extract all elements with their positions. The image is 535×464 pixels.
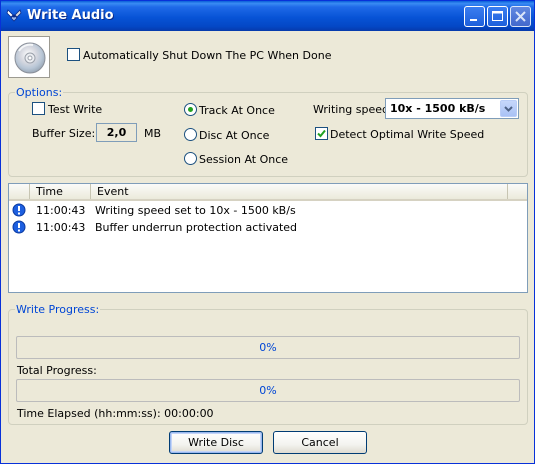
checkmark-icon (317, 129, 326, 138)
track-at-once-label: Track At Once (199, 104, 275, 117)
event-text: Buffer underrun protection activated (95, 221, 298, 234)
session-at-once-radio[interactable] (184, 152, 197, 165)
cancel-button[interactable]: Cancel (273, 431, 367, 454)
test-write-label: Test Write (48, 103, 103, 116)
writing-speed-select[interactable]: 10x - 1500 kB/s (385, 98, 519, 119)
time-column-header[interactable]: Time (30, 184, 91, 199)
spare-column-header (508, 184, 527, 199)
event-text: Writing speed set to 10x - 1500 kB/s (95, 204, 296, 217)
track-at-once-radio[interactable] (184, 103, 197, 116)
detect-speed-checkbox[interactable] (315, 127, 328, 140)
session-at-once-label: Session At Once (199, 153, 289, 166)
close-icon (515, 11, 526, 22)
disc-at-once-label: Disc At Once (199, 129, 270, 142)
minimize-icon (470, 19, 477, 21)
write-audio-window: Write Audio Automatically Shut Down The … (0, 0, 535, 464)
shutdown-label: Automatically Shut Down The PC When Done (83, 49, 332, 62)
maximize-icon (492, 11, 503, 21)
write-progress-bar: 0% (16, 336, 520, 359)
options-group-title: Options: (15, 86, 64, 99)
total-progress-label: Total Progress: (17, 364, 97, 377)
time-elapsed-label: Time Elapsed (hh:mm:ss): 00:00:00 (17, 407, 214, 420)
radio-selected-dot (188, 107, 193, 112)
test-write-checkbox[interactable] (32, 102, 45, 115)
cd-image (8, 36, 50, 78)
total-progress-bar: 0% (16, 379, 520, 402)
window-title: Write Audio (27, 8, 114, 23)
event-time: 11:00:43 (36, 204, 86, 217)
event-list[interactable]: Time Event 11:00:43 Writing speed set to… (8, 183, 528, 293)
close-button[interactable] (510, 6, 531, 27)
write-disc-button[interactable]: Write Disc (169, 431, 263, 454)
disc-icon (14, 42, 46, 74)
table-row[interactable]: 11:00:43 Buffer underrun protection acti… (9, 219, 527, 236)
buffer-size-field[interactable]: 2,0 (96, 123, 137, 142)
title-bar[interactable]: Write Audio (1, 1, 534, 31)
minimize-button[interactable] (464, 6, 485, 27)
info-icon (12, 220, 26, 234)
maximize-button[interactable] (487, 6, 508, 27)
writing-speed-value: 10x - 1500 kB/s (390, 102, 486, 115)
event-column-header[interactable]: Event (91, 184, 508, 199)
write-progress-percent: 0% (259, 341, 277, 354)
icon-column-header[interactable] (9, 184, 30, 199)
app-icon[interactable] (5, 7, 23, 25)
disc-at-once-radio[interactable] (184, 128, 197, 141)
dropdown-button[interactable] (500, 100, 517, 117)
buffer-size-label: Buffer Size: (32, 127, 96, 140)
chevron-down-icon (504, 106, 513, 112)
writing-speed-label: Writing speed: (313, 103, 393, 116)
total-progress-percent: 0% (259, 384, 277, 397)
event-list-header: Time Event (9, 184, 527, 201)
detect-speed-label: Detect Optimal Write Speed (330, 128, 485, 141)
write-progress-title: Write Progress: (15, 303, 101, 316)
shutdown-checkbox[interactable] (67, 48, 80, 61)
event-time: 11:00:43 (36, 221, 86, 234)
table-row[interactable]: 11:00:43 Writing speed set to 10x - 1500… (9, 202, 527, 219)
buffer-unit-label: MB (144, 127, 162, 140)
info-icon (12, 203, 26, 217)
